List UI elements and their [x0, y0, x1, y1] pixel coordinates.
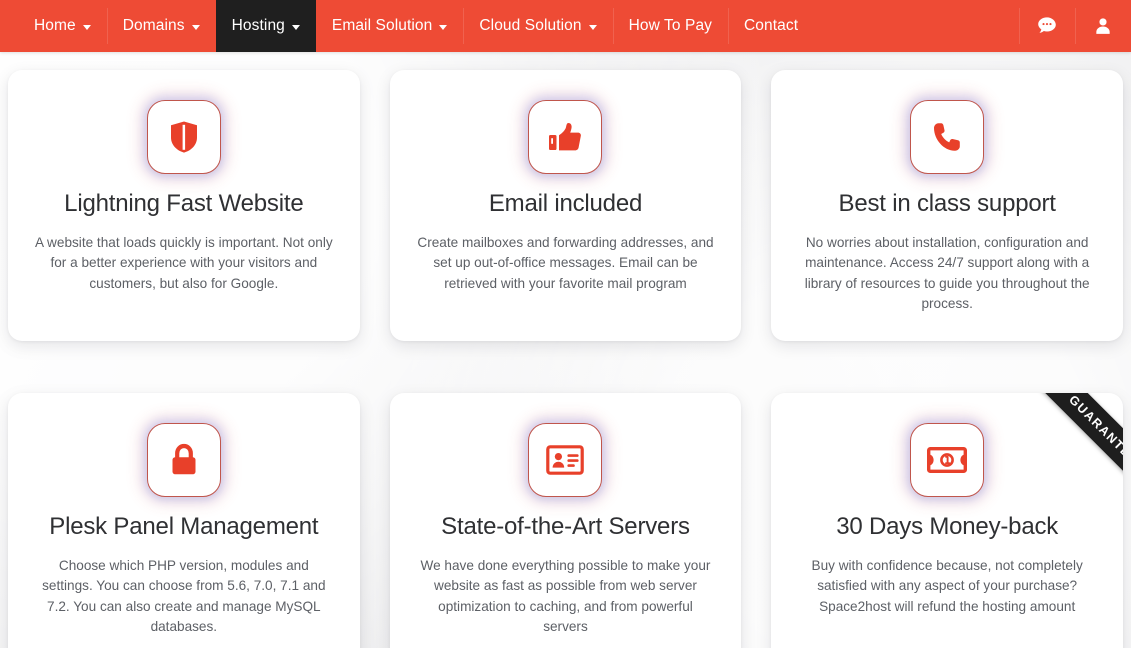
card-description: Buy with confidence because, not complet…: [811, 557, 1083, 614]
nav-menu-list: Home Domains Hosting Email Solution Clou…: [18, 0, 1019, 52]
feature-card[interactable]: Lightning Fast Website A website that lo…: [8, 70, 360, 341]
chat-bubble-icon: [1036, 15, 1058, 37]
card-title: Plesk Panel Management: [49, 512, 319, 540]
phone-icon: [932, 121, 962, 153]
card-description: Choose which PHP version, modules and se…: [42, 557, 326, 635]
feature-card[interactable]: State-of-the-Art Servers We have done ev…: [389, 392, 742, 648]
card-description: We have done everything possible to make…: [420, 557, 711, 635]
nav-action-icons: [1019, 0, 1131, 52]
nav-item-home[interactable]: Home: [18, 0, 107, 52]
icon-container: [30, 100, 338, 174]
icon-box: [910, 100, 985, 174]
chevron-down-icon: [191, 24, 200, 30]
icon-container: [30, 422, 338, 497]
user-account-icon: [1093, 15, 1113, 37]
icon-box: [528, 422, 603, 497]
icon-container: [793, 422, 1101, 497]
lock-icon: [170, 443, 198, 477]
nav-item-contact[interactable]: Contact: [728, 0, 814, 52]
card-title: Email included: [488, 190, 643, 217]
icon-container: [412, 100, 720, 174]
shield-icon: [169, 120, 199, 154]
chevron-down-icon: [439, 24, 448, 30]
nav-item-label: Hosting: [231, 17, 285, 34]
card-title: 30 Days Money-back: [836, 512, 1059, 540]
nav-item-hosting[interactable]: Hosting: [215, 0, 316, 52]
icon-box: [910, 422, 985, 497]
chevron-down-icon: [82, 24, 91, 30]
card-title: State-of-the-Art Servers: [441, 512, 690, 540]
nav-item-label: Contact: [744, 17, 799, 34]
card-description: Create mailboxes and forwarding addresse…: [417, 234, 714, 291]
feature-card[interactable]: GUARANTEE 30 Days Money-back Buy with co…: [771, 392, 1123, 648]
nav-item-domains[interactable]: Domains: [106, 0, 216, 52]
thumbs-up-icon: [548, 121, 582, 153]
nav-item-label: How To Pay: [628, 17, 713, 34]
chat-bubble-button[interactable]: [1019, 0, 1075, 52]
card-title: Best in class support: [838, 190, 1056, 217]
nav-item-how-to-pay[interactable]: How To Pay: [612, 0, 728, 52]
icon-box: [146, 100, 221, 174]
icon-container: [793, 100, 1101, 174]
card-description: A website that loads quickly is importan…: [34, 234, 333, 291]
chevron-down-icon: [588, 24, 597, 30]
nav-item-label: Email Solution: [331, 17, 433, 34]
nav-item-cloud-solution[interactable]: Cloud Solution: [463, 0, 612, 52]
card-description: No worries about installation, configura…: [804, 234, 1090, 312]
nav-item-label: Home: [34, 17, 76, 34]
feature-card-grid: Lightning Fast Website A website that lo…: [0, 52, 1131, 648]
icon-container: [412, 422, 720, 497]
feature-card[interactable]: Email included Create mailboxes and forw…: [389, 70, 742, 341]
user-account-button[interactable]: [1075, 0, 1131, 52]
feature-card[interactable]: Plesk Panel Management Choose which PHP …: [8, 392, 360, 648]
icon-box: [528, 100, 603, 174]
feature-card[interactable]: Best in class support No worries about i…: [771, 70, 1123, 341]
nav-item-label: Cloud Solution: [479, 17, 582, 34]
banknote-icon: [927, 446, 968, 473]
icon-box: [146, 422, 221, 497]
main-navigation-bar: Home Domains Hosting Email Solution Clou…: [0, 0, 1131, 52]
id-card-icon: [546, 444, 585, 475]
card-title: Lightning Fast Website: [64, 190, 304, 217]
nav-item-label: Domains: [122, 17, 185, 34]
nav-item-email-solution[interactable]: Email Solution: [316, 0, 463, 52]
chevron-down-icon: [291, 24, 300, 30]
